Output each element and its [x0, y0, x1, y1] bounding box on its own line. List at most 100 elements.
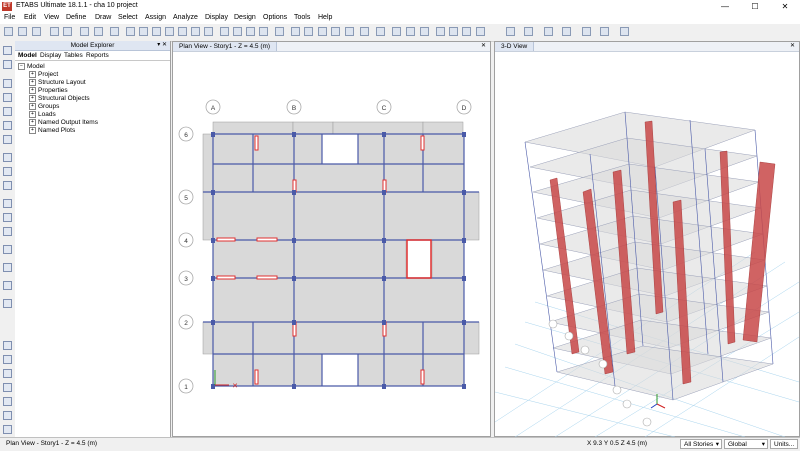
show-stresses-icon[interactable] — [420, 27, 429, 36]
draw-column-icon[interactable] — [3, 107, 12, 116]
menu-define[interactable]: Define — [66, 14, 86, 21]
3d-view-tab[interactable]: 3-D View — [495, 42, 535, 51]
rotate-view-icon[interactable] — [259, 27, 268, 36]
draw-line-icon[interactable] — [620, 27, 629, 36]
pan-icon[interactable] — [126, 27, 135, 36]
zoom-window-icon[interactable] — [139, 27, 148, 36]
show-undeformed-icon[interactable] — [392, 27, 401, 36]
assign-icon[interactable] — [331, 27, 340, 36]
object-shrink-icon[interactable] — [345, 27, 354, 36]
maximize-button[interactable]: ☐ — [740, 0, 770, 13]
tab-display[interactable]: Display — [40, 51, 61, 60]
units-button[interactable]: Units... — [770, 439, 798, 449]
menu-select[interactable]: Select — [118, 14, 137, 21]
tree-item-named-plots[interactable]: + Named Plots — [29, 127, 75, 135]
stories-dropdown[interactable]: All Stories ▾ — [680, 439, 722, 449]
tree-item-project[interactable]: + Project — [29, 71, 58, 79]
redo-icon[interactable] — [63, 27, 72, 36]
minimize-button[interactable]: — — [710, 0, 740, 13]
tree-item-structure-layout[interactable]: + Structure Layout — [29, 79, 86, 87]
frame-section-icon[interactable] — [506, 27, 515, 36]
draw-rectangle-floor-icon[interactable] — [3, 167, 12, 176]
menu-display[interactable]: Display — [205, 14, 228, 21]
section-designer-icon[interactable] — [562, 27, 571, 36]
tab-reports[interactable]: Reports — [86, 51, 109, 60]
extrude-icon[interactable] — [360, 27, 369, 36]
draw-floor-icon[interactable] — [3, 153, 12, 162]
display-deformed-icon[interactable] — [376, 27, 385, 36]
3d-view-window[interactable]: 3-D View ✕ — [494, 41, 800, 437]
pencil-icon[interactable] — [94, 27, 103, 36]
menu-analyze[interactable]: Analyze — [173, 14, 198, 21]
undo-icon[interactable] — [50, 27, 59, 36]
etabs-app-icon[interactable]: ET — [2, 2, 12, 11]
plan-view-tab[interactable]: Plan View - Story1 - Z = 4.5 (m) — [173, 42, 278, 51]
3d-view-icon[interactable] — [220, 27, 229, 36]
open-icon[interactable] — [18, 27, 27, 36]
draw-section-cut-icon[interactable] — [3, 245, 12, 254]
snap-options-icon[interactable] — [3, 425, 12, 434]
run-analysis-icon[interactable] — [110, 27, 119, 36]
plan-view-window[interactable]: Plan View - Story1 - Z = 4.5 (m) ✕ A B C… — [172, 41, 491, 437]
plan-view-icon[interactable] — [233, 27, 242, 36]
tab-model[interactable]: Model — [18, 51, 37, 60]
area-section-icon[interactable] — [524, 27, 533, 36]
tree-item-properties[interactable]: + Properties — [29, 87, 68, 95]
draw-link-icon[interactable] — [3, 299, 12, 308]
snap-perpendicular-icon[interactable] — [3, 383, 12, 392]
concrete-frame-design-icon[interactable] — [436, 27, 445, 36]
draw-joint-icon[interactable] — [3, 79, 12, 88]
snap-lines-icon[interactable] — [3, 397, 12, 406]
perspective-icon[interactable] — [275, 27, 284, 36]
draw-brace-icon[interactable] — [3, 121, 12, 130]
reshape-icon[interactable] — [3, 60, 12, 69]
tree-item-groups[interactable]: + Groups — [29, 103, 59, 111]
draw-opening-icon[interactable] — [3, 227, 12, 236]
draw-beam-icon[interactable] — [3, 93, 12, 102]
move-up-icon[interactable] — [291, 27, 300, 36]
tree-item-structural-objects[interactable]: + Structural Objects — [29, 95, 90, 103]
quick-draw-icon[interactable] — [3, 135, 12, 144]
close-button[interactable]: ✕ — [770, 0, 800, 13]
select-pointer-icon[interactable] — [3, 46, 12, 55]
wall-design-icon[interactable] — [462, 27, 471, 36]
zoom-previous-icon[interactable] — [191, 27, 200, 36]
menu-assign[interactable]: Assign — [145, 14, 166, 21]
menu-view[interactable]: View — [44, 14, 59, 21]
lock-icon[interactable] — [80, 27, 89, 36]
menu-options[interactable]: Options — [263, 14, 287, 21]
load-pattern-icon[interactable] — [544, 27, 553, 36]
table-icon[interactable] — [582, 27, 591, 36]
coord-system-dropdown[interactable]: Global ▾ — [724, 439, 768, 449]
tab-tables[interactable]: Tables — [64, 51, 83, 60]
3d-view-close-icon[interactable]: ✕ — [790, 42, 795, 49]
menu-edit[interactable]: Edit — [24, 14, 36, 21]
tree-item-loads[interactable]: + Loads — [29, 111, 56, 119]
menu-file[interactable]: File — [4, 14, 15, 21]
display-color-icon[interactable] — [600, 27, 609, 36]
menu-design[interactable]: Design — [234, 14, 256, 21]
snap-fine-grid-icon[interactable] — [3, 411, 12, 420]
plan-view-close-icon[interactable]: ✕ — [481, 42, 486, 49]
display-options-icon[interactable] — [318, 27, 327, 36]
move-down-icon[interactable] — [304, 27, 313, 36]
snap-midpoint-icon[interactable] — [3, 355, 12, 364]
snap-intersection-icon[interactable] — [3, 369, 12, 378]
quick-wall-icon[interactable] — [3, 213, 12, 222]
elevation-view-icon[interactable] — [246, 27, 255, 36]
zoom-out-icon[interactable] — [165, 27, 174, 36]
new-model-icon[interactable] — [4, 27, 13, 36]
slab-design-icon[interactable] — [476, 27, 485, 36]
draw-grid-icon[interactable] — [3, 263, 12, 272]
tree-item-named-output-items[interactable]: + Named Output Items — [29, 119, 98, 127]
draw-wall-icon[interactable] — [3, 199, 12, 208]
show-forces-icon[interactable] — [406, 27, 415, 36]
zoom-fit-icon[interactable] — [204, 27, 213, 36]
save-icon[interactable] — [32, 27, 41, 36]
steel-frame-design-icon[interactable] — [449, 27, 458, 36]
snap-joints-icon[interactable] — [3, 341, 12, 350]
menu-tools[interactable]: Tools — [294, 14, 310, 21]
panel-close-icon[interactable]: ▾ ✕ — [157, 41, 167, 50]
quick-floor-icon[interactable] — [3, 181, 12, 190]
menu-draw[interactable]: Draw — [95, 14, 111, 21]
